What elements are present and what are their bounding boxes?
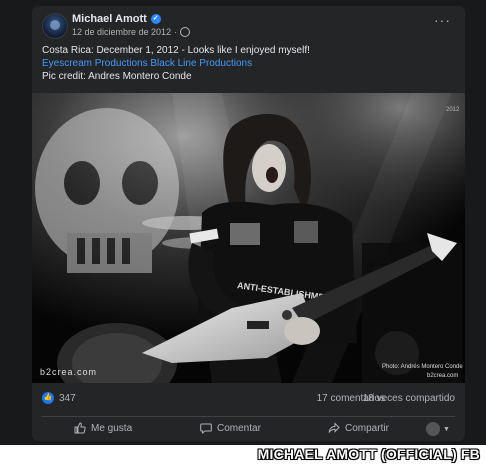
reactor-avatar [426, 422, 440, 436]
reaction-count[interactable]: 347 [59, 393, 76, 404]
thumbs-up-icon [74, 422, 86, 434]
post-photo[interactable]: ANTI-ESTABLISHMENT 2012 b2crea.com Photo… [32, 93, 465, 383]
chevron-down-icon: ▼ [443, 425, 450, 433]
post-date[interactable]: 12 de diciembre de 2012 [72, 27, 171, 37]
divider [42, 416, 455, 417]
post-meta: 12 de diciembre de 2012 · [72, 27, 191, 37]
photo-logo: b2crea.com [40, 367, 97, 377]
photo-credit-line2: b2crea.com [427, 373, 458, 379]
page-watermark: MICHAEL AMOTT (OFFICIAL) FB [257, 446, 480, 462]
react-as-selector[interactable]: ▼ [426, 422, 450, 436]
post-text-line1: Costa Rica: December 1, 2012 - Looks lik… [42, 45, 310, 56]
like-reaction-icon[interactable]: 👍 [42, 392, 54, 404]
link-blackline[interactable]: Black Line Productions [150, 58, 252, 69]
post-stats: 👍 347 17 comentarios 18 veces compartido [32, 392, 465, 406]
comment-button[interactable]: Comentar [200, 422, 261, 434]
post-author[interactable]: Michael Amott ✓ [72, 13, 161, 25]
photo-credit-line1: Photo: Andrés Montero Conde [382, 364, 463, 370]
globe-icon [180, 27, 191, 37]
share-label: Compartir [345, 422, 389, 434]
photo-year: 2012 [446, 107, 460, 113]
link-eyescream[interactable]: Eyescream Productions [42, 58, 148, 69]
date-separator: · [174, 27, 178, 37]
share-count[interactable]: 18 veces compartido [363, 393, 455, 404]
like-button[interactable]: Me gusta [74, 422, 132, 434]
more-options-icon[interactable]: ··· [434, 13, 451, 27]
verified-badge-icon: ✓ [150, 14, 161, 24]
share-button[interactable]: Compartir [328, 422, 389, 434]
post-text-line3: Pic credit: Andres Montero Conde [42, 71, 192, 82]
avatar[interactable] [42, 13, 68, 39]
comment-label: Comentar [217, 422, 261, 434]
post-card: Michael Amott ✓ 12 de diciembre de 2012 … [32, 6, 465, 441]
post-actions: Me gusta Comentar Compartir ▼ [32, 419, 465, 441]
author-name[interactable]: Michael Amott [72, 13, 147, 25]
comment-icon [200, 423, 212, 434]
like-label: Me gusta [91, 422, 133, 434]
post-text: Costa Rica: December 1, 2012 - Looks lik… [42, 44, 310, 83]
share-icon [328, 422, 340, 433]
post-links: Eyescream Productions Black Line Product… [42, 57, 310, 70]
